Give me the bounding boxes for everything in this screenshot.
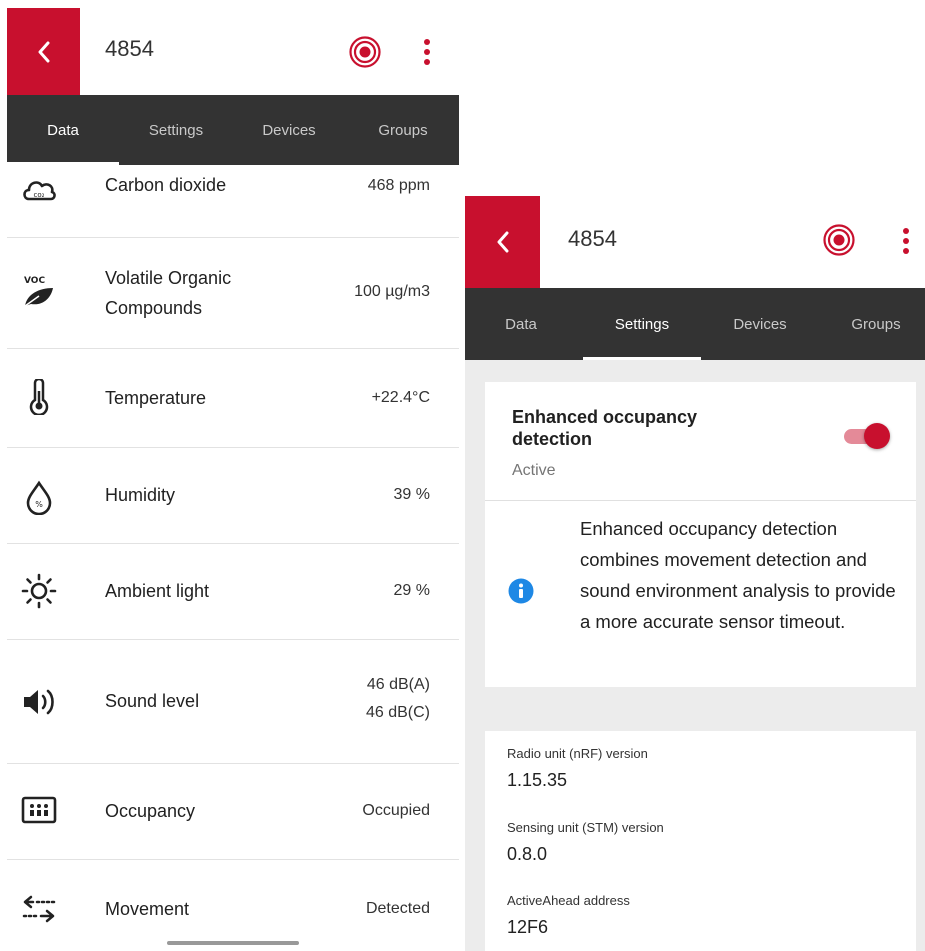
sensing-version-value: 0.8.0 [507,844,548,864]
app-bar: 4854 [465,196,925,288]
radio-version-value: 1.15.35 [507,770,568,790]
info-icon [508,578,534,604]
list-item-carbon-dioxide[interactable]: co₂ Carbon dioxide 468 ppm [7,165,459,238]
row-value: 39 % [393,486,430,503]
more-options-icon[interactable] [902,227,910,255]
list-item-temperature[interactable]: Temperature +22.4°C [7,349,459,448]
row-value: 46 dB(A) 46 dB(C) [365,676,430,721]
settings-screen: 4854 Data Settings Devices Groups Enhanc… [465,196,925,951]
humidity-drop-icon: % [26,480,52,515]
tab-devices[interactable]: Devices [237,95,341,165]
toggle-knob [864,423,890,449]
row-value: Occupied [362,802,430,819]
row-label: Ambient light [105,581,210,601]
tab-data[interactable]: Data [465,288,577,360]
enhanced-occupancy-toggle[interactable] [840,420,896,452]
tab-data[interactable]: Data [7,95,119,165]
app-bar: 4854 [7,8,459,95]
row-value: 100 µg/m3 [354,283,430,300]
voc-leaf-icon: VOC [24,276,53,307]
svg-text:VOC: VOC [24,276,45,286]
page-title: 4854 [105,36,154,61]
identify-target-icon[interactable] [349,36,381,68]
row-label: Volatile Organic Compounds [105,268,232,318]
tab-bar: Data Settings Devices Groups [7,95,459,165]
tab-settings[interactable]: Settings [583,288,701,360]
identify-target-icon[interactable] [823,224,855,256]
more-options-icon[interactable] [423,38,431,66]
list-item-sound-level[interactable]: Sound level 46 dB(A) 46 dB(C) [7,640,459,764]
speaker-icon [24,689,54,715]
list-item-humidity[interactable]: % Humidity 39 % [7,448,459,544]
row-label: Movement [105,899,190,919]
tab-groups[interactable]: Groups [353,95,453,165]
version-info-card: Radio unit (nRF) version 1.15.35 Sensing… [485,731,916,951]
svg-text:%: % [35,500,43,509]
chevron-left-icon [497,231,508,253]
radio-version-label: Radio unit (nRF) version [507,746,648,761]
page-title: 4854 [568,226,617,251]
setting-title: Enhanced occupancy detection [512,407,698,449]
back-button[interactable] [7,8,80,95]
row-label: Carbon dioxide [105,175,227,195]
tab-settings[interactable]: Settings [125,95,227,165]
chevron-left-icon [38,41,49,62]
list-item-voc[interactable]: VOC Volatile Organic Compounds 100 µg/m3 [7,238,459,349]
sensing-version-label: Sensing unit (STM) version [507,820,664,835]
sun-icon [21,573,57,609]
list-item-ambient-light[interactable]: Ambient light 29 % [7,544,459,640]
tab-bar: Data Settings Devices Groups [465,288,925,360]
svg-text:co₂: co₂ [34,191,45,199]
divider [485,500,916,501]
row-value: 29 % [393,582,430,599]
thermometer-icon [29,379,49,415]
setting-info-text: Enhanced occupancy detection combines mo… [580,518,896,632]
tab-groups[interactable]: Groups [827,288,925,360]
row-value: 468 ppm [367,177,430,194]
home-indicator [167,941,299,945]
active-tab-indicator [583,357,701,360]
row-value: +22.4°C [371,389,430,406]
cloud-co2-icon: co₂ [23,181,56,201]
list-item-movement[interactable]: Movement Detected [7,860,459,951]
row-label: Temperature [105,388,207,408]
data-screen: 4854 Data Settings Devices Groups co₂ Ca… [7,8,459,951]
setting-status: Active [512,462,556,479]
row-label: Humidity [105,485,176,505]
row-value: Detected [365,900,430,917]
back-button[interactable] [465,196,540,288]
movement-arrows-icon [22,895,56,923]
address-label: ActiveAhead address [507,893,630,908]
enhanced-occupancy-card: Enhanced occupancy detection Active Enha… [485,382,916,687]
tab-devices[interactable]: Devices [705,288,815,360]
list-item-occupancy[interactable]: Occupancy Occupied [7,764,459,860]
row-label: Occupancy [105,801,196,821]
address-value: 12F6 [507,917,549,937]
row-label: Sound level [105,691,200,711]
occupancy-grid-icon [21,796,57,824]
